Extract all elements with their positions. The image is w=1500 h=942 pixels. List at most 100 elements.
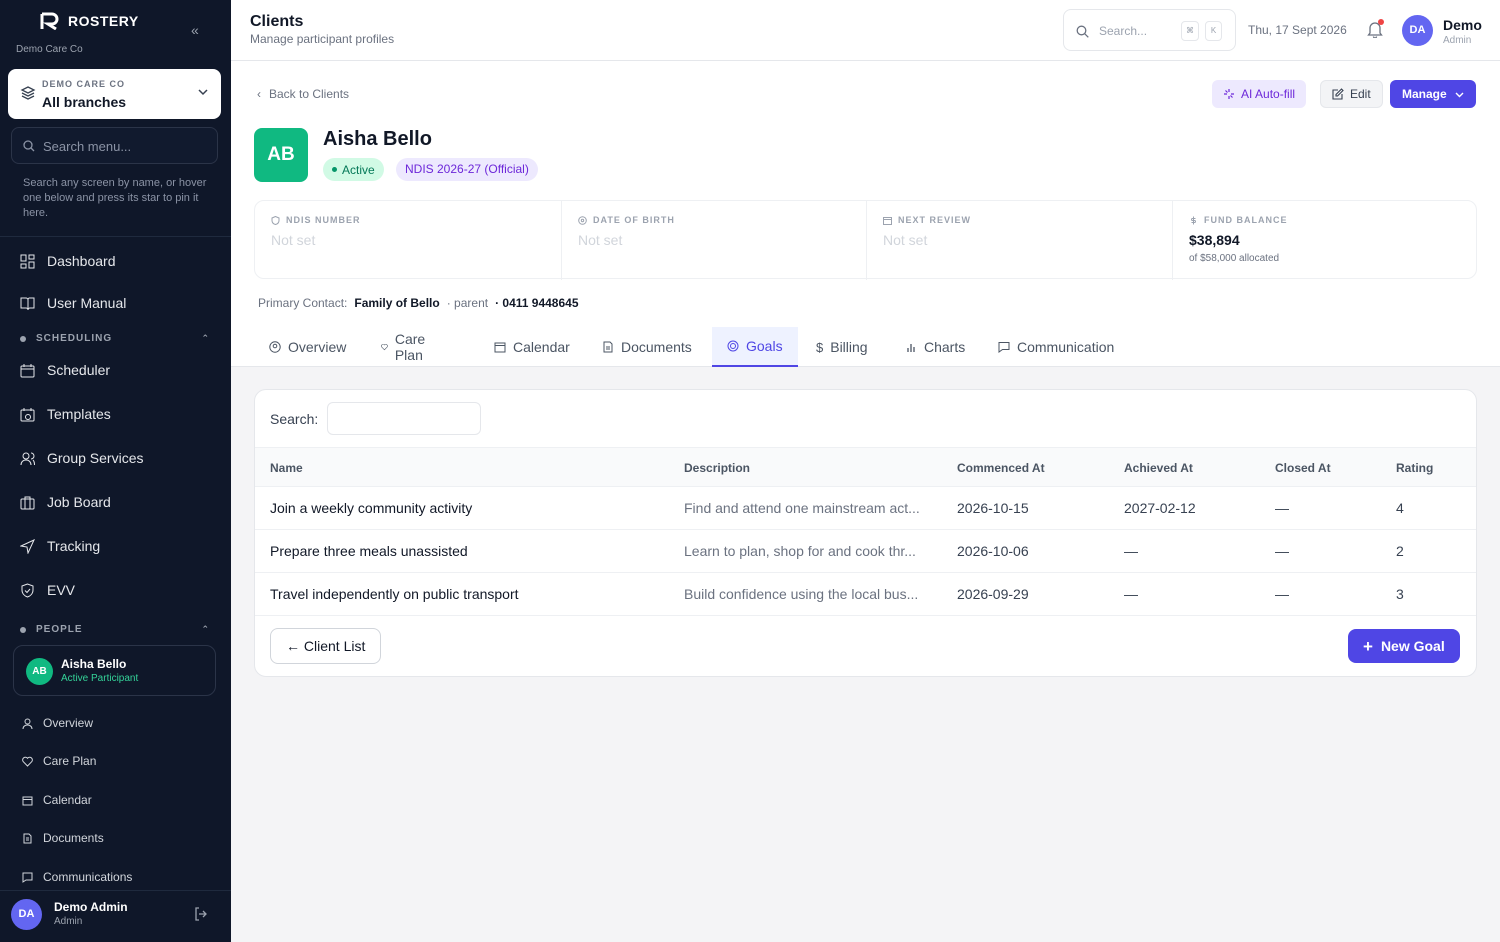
briefcase-icon [20,496,35,509]
col-commenced[interactable]: Commenced At [957,461,1045,475]
section-dot [20,626,26,633]
table-row[interactable]: Travel independently on public transport… [255,573,1476,616]
user-role: Admin [1443,35,1472,46]
tab-overview[interactable]: Overview [254,327,361,367]
goal-closed: — [1275,500,1289,516]
shield-check-icon [21,582,34,598]
notification-dot [1378,19,1384,25]
brand[interactable]: ROSTERY [40,12,139,30]
menu-search-input[interactable] [43,136,213,156]
new-goal-button[interactable]: + New Goal [1348,629,1460,663]
user-avatar[interactable]: DA [1402,15,1433,46]
goal-closed: — [1275,543,1289,559]
manage-label: Manage [1402,87,1447,101]
col-description[interactable]: Description [684,461,750,475]
col-achieved[interactable]: Achieved At [1124,461,1193,475]
new-goal-label: New Goal [1380,638,1445,654]
sidebar: ROSTERY « Demo Care Co DEMO CARE CO All … [0,0,231,942]
branch-value: All branches [42,94,127,110]
person-avatar: AB [26,658,53,685]
tab-calendar[interactable]: Calendar [479,327,585,367]
shield-icon [271,215,280,225]
bar-chart-icon [907,344,915,352]
subnav-care-plan[interactable]: Care Plan [22,754,96,768]
nav-group-services[interactable]: Group Services [20,450,143,466]
kbd-k: K [1205,21,1222,41]
col-name[interactable]: Name [270,461,303,475]
tab-documents-label: Documents [621,339,692,355]
nav-job-board[interactable]: Job Board [20,494,111,510]
contact-relation: · parent [446,296,489,310]
user-avatar[interactable]: DA [11,899,42,930]
subnav-calendar-label: Calendar [43,793,92,807]
status-badge: Active [323,158,384,181]
edit-label: Edit [1350,87,1371,101]
goal-description: Build confidence using the local bus... [684,586,919,602]
col-rating[interactable]: Rating [1396,461,1433,475]
nav-evv-label: EVV [47,582,76,598]
subnav-documents[interactable]: Documents [22,831,104,845]
nav-templates[interactable]: Templates [20,406,111,422]
manage-button[interactable]: Manage [1390,80,1476,108]
tab-charts-label: Charts [924,339,966,355]
table-row[interactable]: Prepare three meals unassisted Learn to … [255,530,1476,573]
table-row[interactable]: Join a weekly community activity Find an… [255,487,1476,530]
heart-icon [22,756,33,767]
tab-documents[interactable]: Documents [587,327,707,367]
info-review: NEXT REVIEW Not set [866,201,1172,280]
section-people[interactable]: PEOPLE ⌃ [20,624,210,635]
global-search[interactable]: Search... ⌘ K [1063,9,1236,51]
status-dot [332,167,337,172]
tab-care-plan[interactable]: Care Plan [366,327,445,367]
nav-evv[interactable]: EVV [20,582,75,598]
person-name: Aisha Bello [61,657,127,671]
nav-dashboard[interactable]: Dashboard [20,253,116,269]
client-list-button[interactable]: ← Client List [270,628,382,664]
collapse-sidebar-icon[interactable]: « [191,22,199,38]
subnav-overview[interactable]: Overview [22,716,93,730]
tab-charts[interactable]: Charts [890,327,980,367]
subnav-calendar[interactable]: Calendar [22,793,92,807]
edit-button[interactable]: Edit [1320,80,1383,108]
tab-goals[interactable]: Goals [712,327,798,367]
tab-care-plan-label: Care Plan [394,331,426,363]
section-dot [20,335,26,342]
ai-autofill-button[interactable]: AI Auto-fill [1212,80,1307,108]
info-review-value: Not set [883,232,928,248]
person-status: Active Participant [61,673,139,684]
sparkles-icon [1224,89,1234,99]
col-closed[interactable]: Closed At [1275,461,1331,475]
info-review-label: NEXT REVIEW [898,215,972,225]
goal-achieved: — [1124,543,1138,559]
tab-billing[interactable]: $ Billing [801,327,883,367]
logout-icon[interactable] [194,907,208,921]
current-date: Thu, 17 Sept 2026 [1248,23,1347,37]
info-fund-value: $38,894 [1189,232,1240,248]
nav-user-manual[interactable]: User Manual [20,295,126,311]
nav-tracking[interactable]: Tracking [20,538,100,554]
nav-scheduler[interactable]: Scheduler [20,362,110,378]
subnav-documents-label: Documents [43,831,104,845]
subnav-communications-label: Communications [43,870,133,884]
goal-commenced: 2026-09-29 [957,586,1029,602]
dollar-icon: $ [816,339,824,355]
back-link[interactable]: ‹ Back to Clients [257,87,349,101]
nav-scheduler-label: Scheduler [47,362,111,378]
info-ndis-label: NDIS NUMBER [286,215,361,225]
tab-communication[interactable]: Communication [983,327,1129,367]
sidebar-user: DA Demo Admin Admin [0,890,231,942]
goal-commenced: 2026-10-15 [957,500,1029,516]
section-people-label: PEOPLE [36,624,83,635]
subnav-communications[interactable]: Communications [22,870,132,884]
book-icon [20,297,35,310]
section-scheduling[interactable]: SCHEDULING ⌃ [20,333,210,344]
goals-table-header: Name Description Commenced At Achieved A… [255,447,1476,487]
client-info-card: NDIS NUMBER Not set DATE OF BIRTH Not se… [254,200,1477,280]
branch-selector[interactable]: DEMO CARE CO All branches [8,69,221,119]
goals-search-input[interactable] [327,402,481,435]
goal-name: Prepare three meals unassisted [270,543,468,559]
menu-search[interactable] [11,127,218,164]
goal-achieved: 2027-02-12 [1124,500,1196,516]
goal-rating: 3 [1396,586,1404,602]
active-person-card[interactable]: AB Aisha Bello Active Participant [13,645,216,696]
